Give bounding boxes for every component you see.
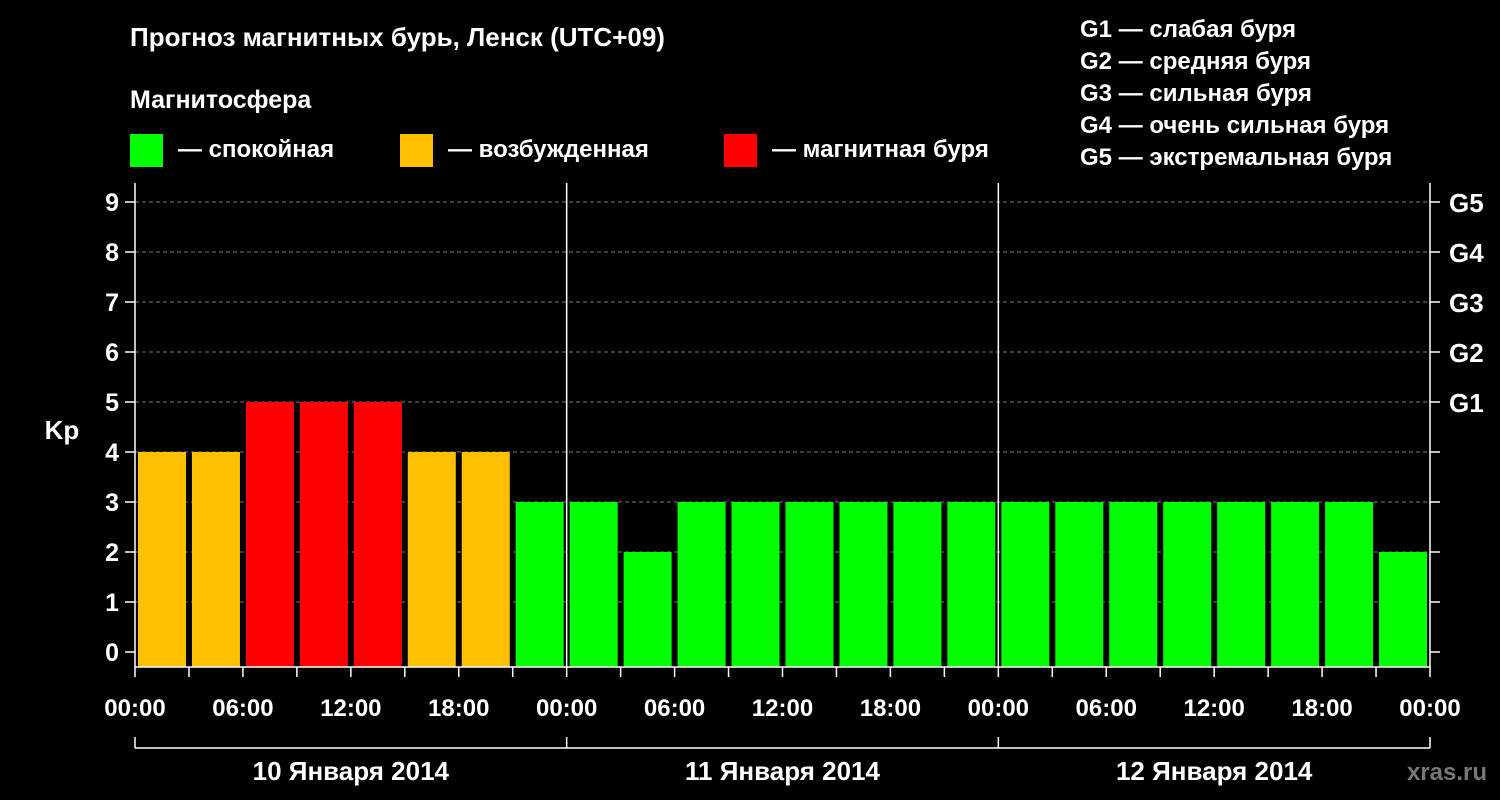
- y-tick-label: 7: [105, 289, 119, 317]
- kp-bar: [947, 502, 996, 667]
- kp-bar: [191, 452, 240, 667]
- kp-bar: [353, 402, 402, 667]
- kp-bar: [893, 502, 942, 667]
- g-level-label: G5: [1449, 188, 1484, 218]
- x-tick-label: 12:00: [752, 695, 813, 722]
- y-tick-label: 4: [105, 439, 119, 467]
- kp-bar: [569, 502, 618, 667]
- g-level-label: G2: [1449, 338, 1484, 368]
- y-tick-label: 1: [105, 589, 119, 617]
- kp-bar: [1109, 502, 1158, 667]
- x-tick-label: 18:00: [428, 695, 489, 722]
- x-tick-label: 12:00: [1183, 695, 1244, 722]
- kp-bar: [461, 452, 510, 667]
- watermark: xras.ru: [1407, 759, 1487, 786]
- day-label: 10 Января 2014: [253, 756, 450, 786]
- g-level-label: G3: [1449, 288, 1484, 318]
- g-level-label: G4: [1449, 238, 1484, 268]
- x-tick-label: 00:00: [1399, 695, 1460, 722]
- y-tick-label: 5: [105, 389, 119, 417]
- kp-chart: 0 1 2 3 4 5 6 7 8 9 G1 G2 G3 G4 G5 00:00 06:00 12:00 18:00…: [45, 183, 1487, 786]
- kp-bar: [1217, 502, 1266, 667]
- kp-bar: [138, 452, 186, 667]
- kp-bar: [1001, 502, 1050, 667]
- x-tick-label: 06:00: [1076, 695, 1137, 722]
- y-tick-label: 6: [105, 339, 119, 367]
- x-tick-label: 18:00: [860, 695, 921, 722]
- kp-bar: [1271, 502, 1320, 667]
- kp-bar: [1055, 502, 1104, 667]
- x-tick-label: 00:00: [536, 695, 597, 722]
- kp-bar: [785, 502, 834, 667]
- y-tick-label: 0: [105, 639, 119, 667]
- kp-bar: [515, 502, 564, 667]
- kp-bar: [731, 502, 780, 667]
- kp-bar: [299, 402, 348, 667]
- kp-bar: [839, 502, 888, 667]
- day-label: 12 Января 2014: [1116, 756, 1313, 786]
- kp-bar: [1325, 502, 1374, 667]
- x-tick-label: 00:00: [968, 695, 1029, 722]
- y-tick-label: 8: [105, 239, 119, 267]
- x-tick-label: 18:00: [1291, 695, 1352, 722]
- y-axis-label: Kp: [45, 415, 80, 445]
- kp-bar: [407, 452, 456, 667]
- g-level-label: G1: [1449, 388, 1484, 418]
- kp-bar: [1379, 552, 1428, 667]
- x-tick-label: 06:00: [212, 695, 273, 722]
- kp-bar: [245, 402, 294, 667]
- kp-bar: [677, 502, 726, 667]
- x-tick-label: 12:00: [320, 695, 381, 722]
- x-tick-label: 06:00: [644, 695, 705, 722]
- x-tick-label: 00:00: [104, 695, 165, 722]
- y-tick-label: 2: [105, 539, 119, 567]
- kp-bar: [623, 552, 672, 667]
- kp-bar: [1163, 502, 1212, 667]
- day-label: 11 Января 2014: [685, 756, 881, 786]
- y-tick-label: 3: [105, 489, 119, 517]
- y-tick-label: 9: [105, 189, 119, 217]
- bars-layer: [138, 402, 1428, 667]
